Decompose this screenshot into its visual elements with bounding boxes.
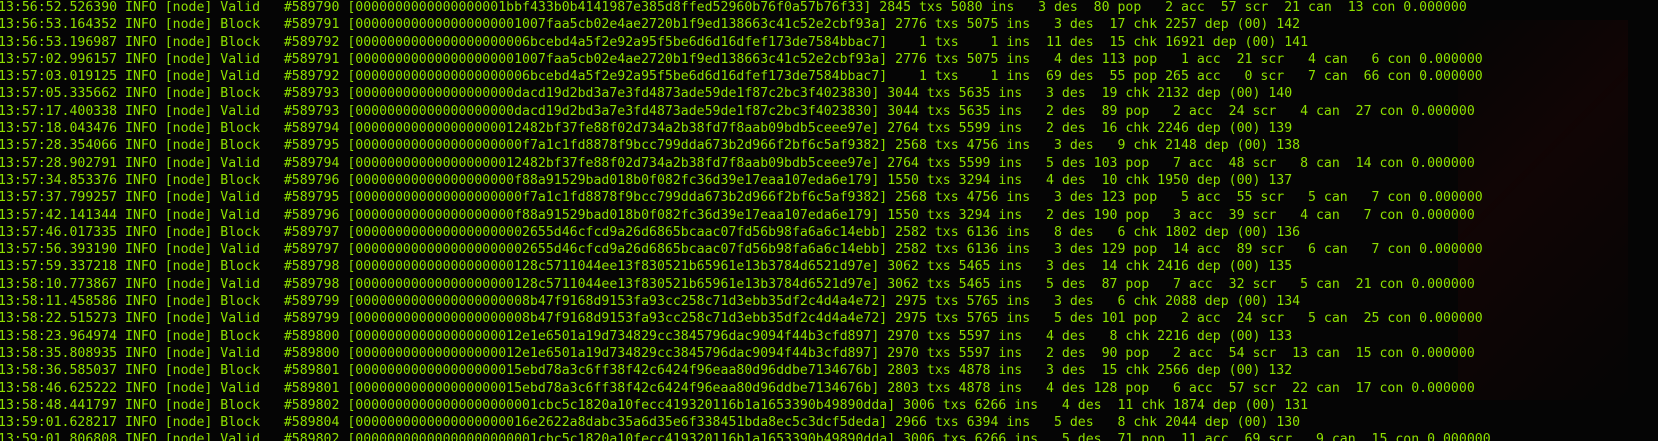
log-line: 13:59:01.806808 INFO [node] Valid #58980… xyxy=(0,432,1491,441)
log-line: 13:58:46.625222 INFO [node] Valid #58980… xyxy=(0,380,1475,396)
log-line: 13:57:37.799257 INFO [node] Valid #58979… xyxy=(0,190,1483,206)
log-line: 13:57:05.335662 INFO [node] Block #58979… xyxy=(0,86,1293,102)
log-line: 13:58:36.585037 INFO [node] Block #58980… xyxy=(0,363,1293,379)
log-line: 13:57:56.393190 INFO [node] Valid #58979… xyxy=(0,242,1483,258)
log-line: 13:57:28.354066 INFO [node] Block #58979… xyxy=(0,138,1301,154)
log-line: 13:58:23.964974 INFO [node] Block #58980… xyxy=(0,328,1293,344)
log-line: 13:57:42.141344 INFO [node] Valid #58979… xyxy=(0,207,1475,223)
log-output: 13:56:52.526390 INFO [node] Valid #58979… xyxy=(0,0,1658,441)
log-line: 13:58:35.808935 INFO [node] Valid #58980… xyxy=(0,345,1475,361)
log-line: 13:57:34.853376 INFO [node] Block #58979… xyxy=(0,172,1293,188)
log-line: 13:57:18.043476 INFO [node] Block #58979… xyxy=(0,121,1293,137)
log-line: 13:59:01.628217 INFO [node] Block #58980… xyxy=(0,415,1301,431)
log-line: 13:57:59.337218 INFO [node] Block #58979… xyxy=(0,259,1293,275)
log-line: 13:58:11.458586 INFO [node] Block #58979… xyxy=(0,294,1301,310)
log-line: 13:58:10.773867 INFO [node] Valid #58979… xyxy=(0,276,1475,292)
log-line: 13:56:53.164352 INFO [node] Block #58979… xyxy=(0,17,1301,33)
log-line: 13:57:17.400338 INFO [node] Valid #58979… xyxy=(0,103,1475,119)
log-line: 13:57:28.902791 INFO [node] Valid #58979… xyxy=(0,155,1475,171)
log-line: 13:56:52.526390 INFO [node] Valid #58979… xyxy=(0,0,1467,15)
log-line: 13:57:03.019125 INFO [node] Valid #58979… xyxy=(0,69,1483,85)
log-line: 13:58:22.515273 INFO [node] Valid #58979… xyxy=(0,311,1483,327)
log-line: 13:57:02.996157 INFO [node] Valid #58979… xyxy=(0,51,1483,67)
terminal-window[interactable]: 13:56:52.526390 INFO [node] Valid #58979… xyxy=(0,0,1658,441)
log-line: 13:57:46.017335 INFO [node] Block #58979… xyxy=(0,224,1301,240)
log-line: 13:56:53.196987 INFO [node] Block #58979… xyxy=(0,34,1309,50)
log-line: 13:58:48.441797 INFO [node] Block #58980… xyxy=(0,397,1309,413)
